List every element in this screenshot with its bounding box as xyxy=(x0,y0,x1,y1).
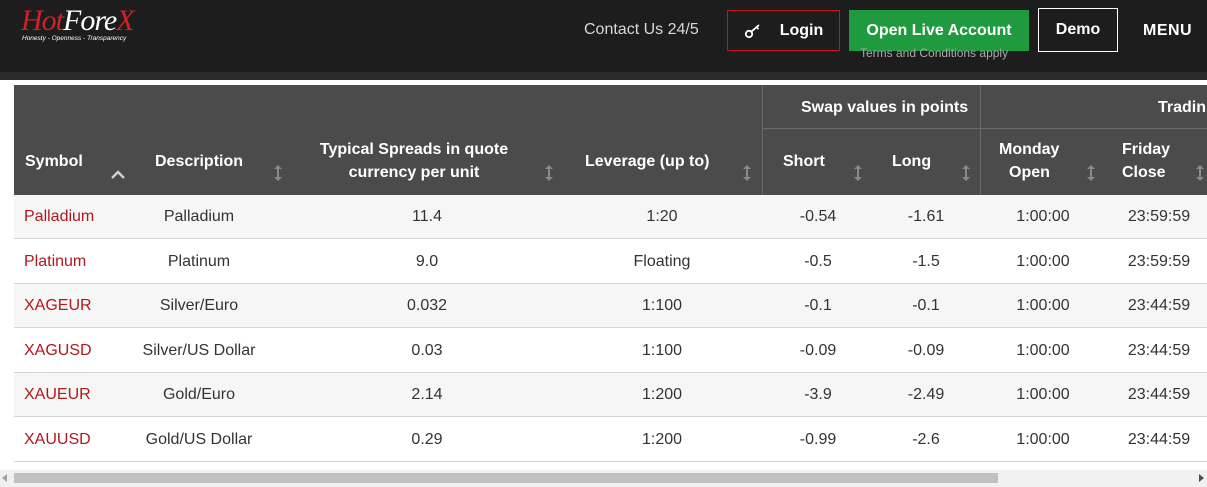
cell-symbol[interactable]: XAUUSD xyxy=(24,418,91,462)
header-divider-line xyxy=(980,85,981,195)
cell-symbol[interactable]: XAGUSD xyxy=(24,329,92,373)
cell-symbol[interactable]: Palladium xyxy=(24,195,94,239)
logo-wordmark: HotForeX xyxy=(21,4,135,37)
scrollbar-thumb[interactable] xyxy=(14,473,998,483)
table-row: Palladium Palladium 11.4 1:20 -0.54 -1.61 1:00… xyxy=(14,195,1207,239)
col-monday-open[interactable]: Monday Open xyxy=(999,138,1059,184)
login-button[interactable]: Login xyxy=(727,10,840,51)
cell-leverage: 1:100 xyxy=(641,297,683,314)
col-typical-spreads[interactable]: Typical Spreads in quote currency per un… xyxy=(319,138,509,184)
cell-friday-close: 23:44:59 xyxy=(1127,430,1191,448)
cell-leverage: 1:100 xyxy=(641,341,683,359)
cell-friday-close: 23:44:59 xyxy=(1127,386,1191,403)
cell-description: Palladium xyxy=(163,208,235,225)
col-friday-close-line2: Close xyxy=(1122,164,1166,181)
table-row: XAUUSD Gold/US Dollar 0.29 1:200 -0.99 -2.6 1:… xyxy=(14,418,1207,462)
cell-spread: 9.0 xyxy=(415,252,439,270)
table-row: XAGEUR Silver/Euro 0.032 1:100 -0.1 -0.1 1:00:… xyxy=(14,284,1207,328)
col-monday-open-line1: Monday xyxy=(999,141,1060,158)
table-row: XAUEUR Gold/Euro 2.14 1:200 -3.9 -2.49 1:00:00… xyxy=(14,373,1207,417)
cell-leverage: 1:20 xyxy=(646,208,678,225)
cell-friday-close: 23:59:59 xyxy=(1127,208,1191,225)
col-short[interactable]: Short xyxy=(783,150,825,173)
col-friday-close[interactable]: Friday Close xyxy=(1122,138,1170,184)
logo-tagline: Honesty - Openness - Transparency xyxy=(22,35,127,42)
cell-symbol[interactable]: XAGEUR xyxy=(24,284,92,328)
instruments-table: Swap values in points Tradin Symbol Desc… xyxy=(14,85,1207,462)
cell-spread: 0.29 xyxy=(411,430,443,448)
cell-leverage: Floating xyxy=(633,252,691,270)
open-live-account-button[interactable]: Open Live Account xyxy=(849,10,1029,51)
sort-arrows-icon[interactable] xyxy=(1085,165,1095,181)
group-trading-hours: Tradin xyxy=(1158,99,1207,116)
col-friday-close-line1: Friday xyxy=(1122,141,1171,158)
cell-friday-close: 23:59:59 xyxy=(1127,252,1191,270)
key-icon xyxy=(744,23,766,39)
cell-description: Gold/Euro xyxy=(162,386,236,403)
top-header: HotForeX Honesty - Openness - Transparen… xyxy=(0,0,1207,72)
sort-arrows-icon[interactable] xyxy=(272,165,282,181)
header-divider xyxy=(0,72,1207,80)
sort-arrows-icon[interactable] xyxy=(1194,165,1204,181)
cell-description: Platinum xyxy=(167,252,231,270)
sort-arrows-icon[interactable] xyxy=(852,165,862,181)
group-swap-values: Swap values in points xyxy=(801,99,969,116)
table-row: XAGUSD Silver/US Dollar 0.03 1:100 -0.09 -0.0… xyxy=(14,329,1207,373)
terms-link[interactable]: Terms and Conditions apply xyxy=(860,46,1008,60)
cell-description: Silver/US Dollar xyxy=(142,341,256,359)
contact-link[interactable]: Contact Us 24/5 xyxy=(584,21,699,39)
col-long[interactable]: Long xyxy=(892,150,931,173)
cell-symbol[interactable]: Platinum xyxy=(24,240,86,284)
cell-symbol[interactable]: XAUEUR xyxy=(24,373,91,417)
menu-button[interactable]: MENU xyxy=(1143,22,1192,40)
header-divider-line xyxy=(762,85,763,195)
table-row: Platinum Platinum 9.0 Floating -0.5 -1.5 1:00:… xyxy=(14,240,1207,284)
cell-leverage: 1:200 xyxy=(641,386,683,403)
scroll-right-arrow-icon[interactable] xyxy=(1199,474,1204,482)
cell-spread: 0.03 xyxy=(411,341,443,359)
cell-spread: 2.14 xyxy=(411,386,443,403)
col-description[interactable]: Description xyxy=(155,150,243,173)
cell-description: Gold/US Dollar xyxy=(145,430,253,448)
login-label: Login xyxy=(779,21,824,39)
sort-arrows-icon[interactable] xyxy=(543,165,553,181)
cell-friday-close: 23:44:59 xyxy=(1127,341,1191,359)
cell-spread: 0.032 xyxy=(406,297,448,314)
col-leverage[interactable]: Leverage (up to) xyxy=(585,150,709,173)
col-monday-open-line2: Open xyxy=(1009,164,1050,181)
cell-friday-close: 23:44:59 xyxy=(1127,297,1191,314)
table-header: Swap values in points Tradin Symbol Desc… xyxy=(14,85,1207,195)
chevron-up-icon[interactable] xyxy=(110,167,126,185)
cell-description: Silver/Euro xyxy=(159,297,239,314)
header-divider-line xyxy=(762,128,1207,129)
cell-leverage: 1:200 xyxy=(641,430,683,448)
cell-spread: 11.4 xyxy=(412,208,442,225)
sort-arrows-icon[interactable] xyxy=(960,165,970,181)
demo-button[interactable]: Demo xyxy=(1038,8,1118,52)
hotforex-logo[interactable]: HotForeX Honesty - Openness - Transparen… xyxy=(21,4,141,48)
scroll-left-arrow-icon[interactable] xyxy=(2,474,7,482)
col-typical-spreads-line1: Typical Spreads in quote xyxy=(319,141,509,158)
col-typical-spreads-line2: currency per unit xyxy=(348,164,480,181)
col-symbol[interactable]: Symbol xyxy=(25,150,83,173)
sort-arrows-icon[interactable] xyxy=(741,165,751,181)
